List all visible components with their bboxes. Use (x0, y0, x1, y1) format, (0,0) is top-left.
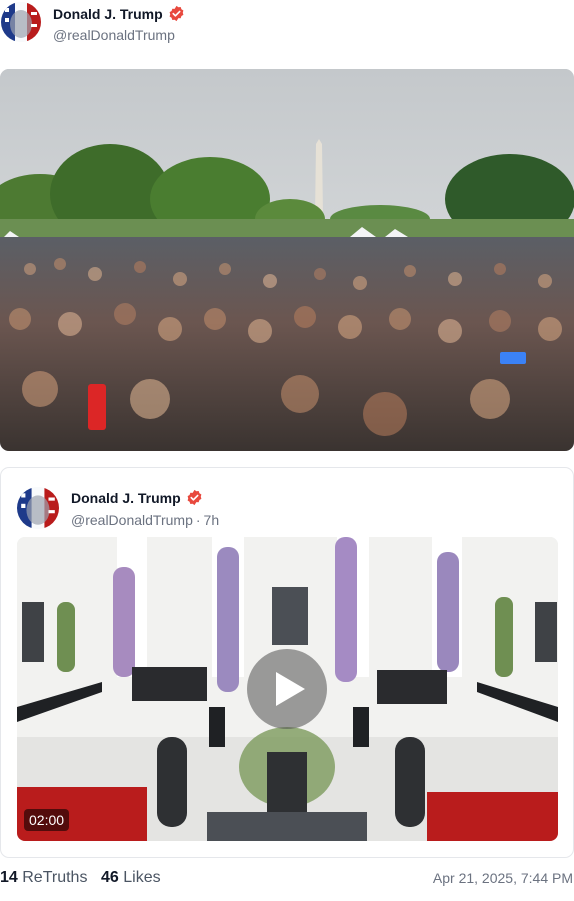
quoted-author-handle[interactable]: @realDonaldTrump (71, 512, 193, 528)
crowd-photo[interactable] (0, 69, 574, 451)
retruths-label: ReTruths (22, 869, 88, 886)
video-duration: 02:00 (24, 809, 70, 831)
play-button[interactable] (247, 649, 327, 729)
post-timestamp[interactable]: Apr 21, 2025, 7:44 PM (433, 870, 573, 886)
author-handle[interactable]: @realDonaldTrump (53, 27, 175, 43)
likes-count: 46 (101, 869, 119, 886)
quoted-video[interactable]: 02:00 (17, 537, 558, 841)
quoted-avatar[interactable] (17, 487, 59, 529)
verified-badge-icon (168, 5, 185, 22)
quoted-author-name[interactable]: Donald J. Trump (71, 490, 181, 506)
retruths-stat[interactable]: 14 ReTruths (0, 869, 87, 887)
retruths-count: 14 (0, 869, 18, 886)
likes-stat[interactable]: 46 Likes (101, 869, 161, 887)
post-footer: 14 ReTruths 46 Likes Apr 21, 2025, 7:44 … (0, 869, 574, 889)
quoted-post-age[interactable]: 7h (204, 512, 220, 528)
author-name[interactable]: Donald J. Trump (53, 6, 163, 22)
post-header: Donald J. Trump @realDonaldTrump (0, 0, 574, 52)
avatar[interactable] (1, 2, 41, 42)
author-name-line: Donald J. Trump (53, 5, 185, 22)
likes-label: Likes (123, 869, 161, 886)
verified-badge-icon (186, 489, 203, 506)
play-icon (276, 672, 305, 706)
meta-separator: · (195, 512, 201, 528)
quoted-meta-line: @realDonaldTrump · 7h (71, 512, 219, 528)
quoted-author-name-line: Donald J. Trump (71, 489, 203, 506)
quoted-post-card[interactable]: Donald J. Trump @realDonaldTrump · 7h 02… (0, 467, 574, 858)
